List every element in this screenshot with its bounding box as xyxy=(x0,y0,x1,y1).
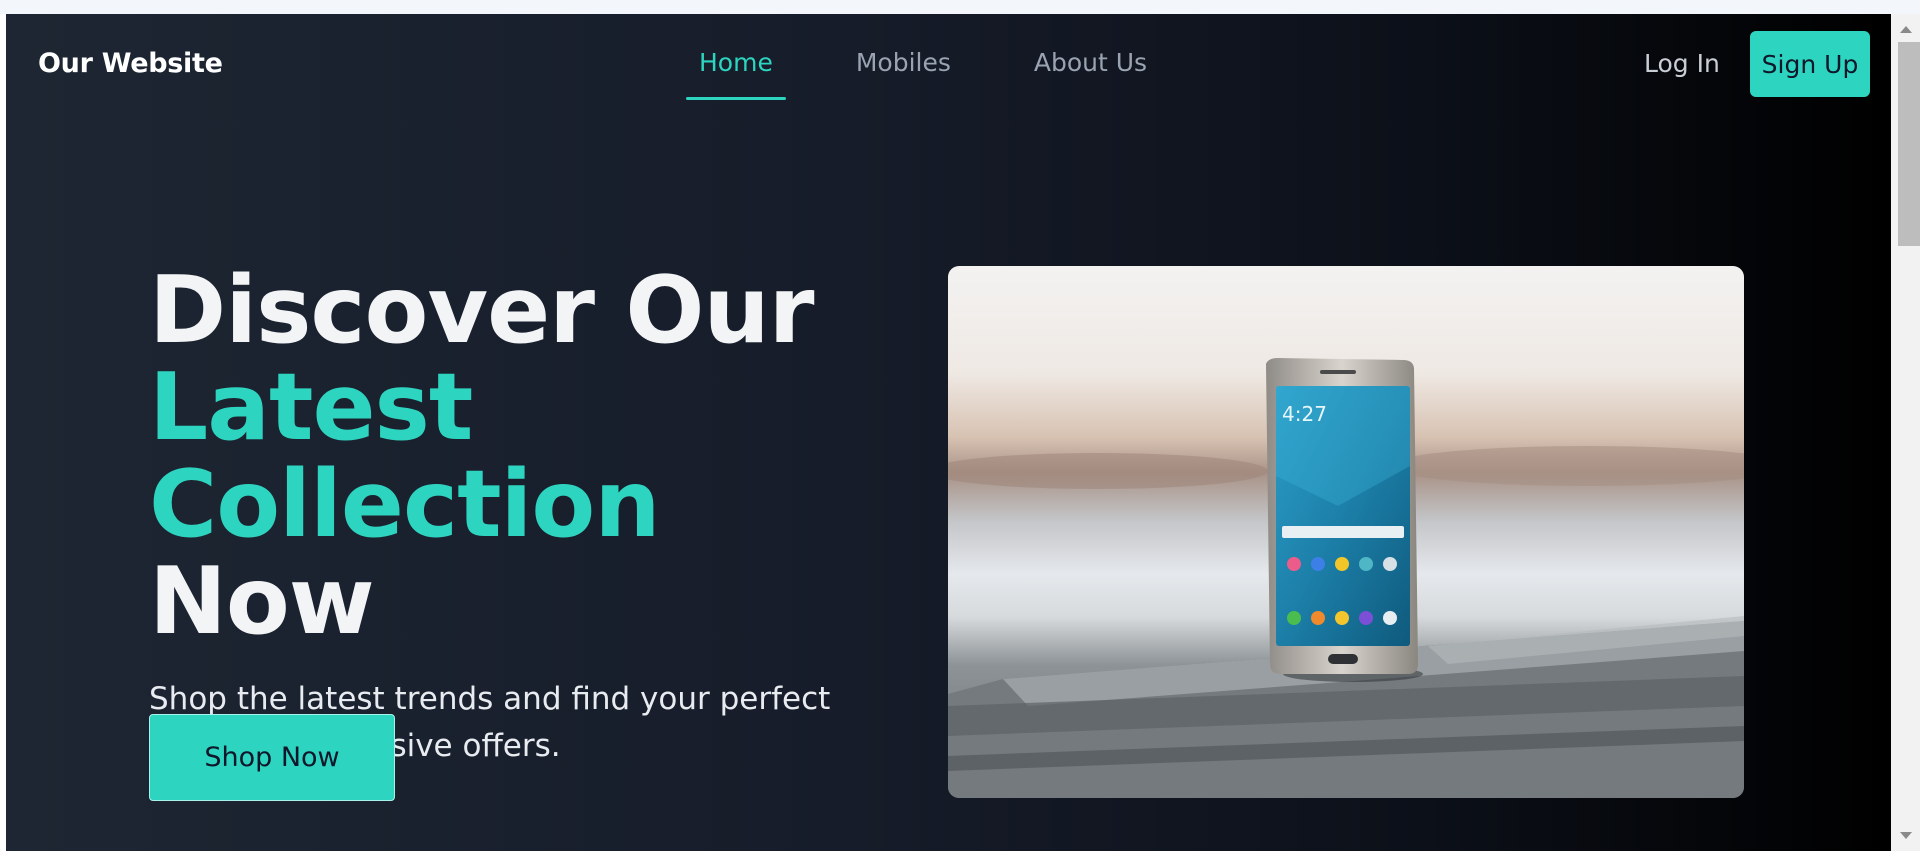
page: Our Website Home Mobiles About Us Log In… xyxy=(6,14,1891,851)
hero-product-image: 4:27 xyxy=(948,266,1744,798)
hero-title-accent: Latest Collection xyxy=(149,353,661,558)
nav-links: Home Mobiles About Us xyxy=(686,14,1217,114)
hero-title-line1: Discover Our xyxy=(149,256,815,364)
browser-top-strip xyxy=(0,0,1920,14)
hero-title: Discover Our Latest Collection Now xyxy=(149,262,889,650)
scroll-down-arrow-icon[interactable] xyxy=(1900,832,1912,839)
nav-link-about-us[interactable]: About Us xyxy=(1021,14,1160,98)
navbar: Our Website Home Mobiles About Us Log In… xyxy=(6,14,1891,114)
brand-logo-text[interactable]: Our Website xyxy=(38,48,223,79)
phone-on-table-illustration: 4:27 xyxy=(948,358,1744,798)
scroll-up-arrow-icon[interactable] xyxy=(1900,26,1912,33)
hero-title-end: Now xyxy=(149,547,375,655)
hero-text: Discover Our Latest Collection Now Shop … xyxy=(149,262,889,770)
scrollbar-thumb[interactable] xyxy=(1898,42,1920,246)
nav-link-mobiles[interactable]: Mobiles xyxy=(843,14,964,98)
nav-link-home[interactable]: Home xyxy=(686,14,786,100)
shop-now-button[interactable]: Shop Now xyxy=(149,714,395,801)
phone-time-text: 4:27 xyxy=(1282,402,1327,426)
login-link[interactable]: Log In xyxy=(1644,49,1720,78)
signup-button[interactable]: Sign Up xyxy=(1750,31,1870,97)
scrollbar[interactable] xyxy=(1891,14,1920,851)
